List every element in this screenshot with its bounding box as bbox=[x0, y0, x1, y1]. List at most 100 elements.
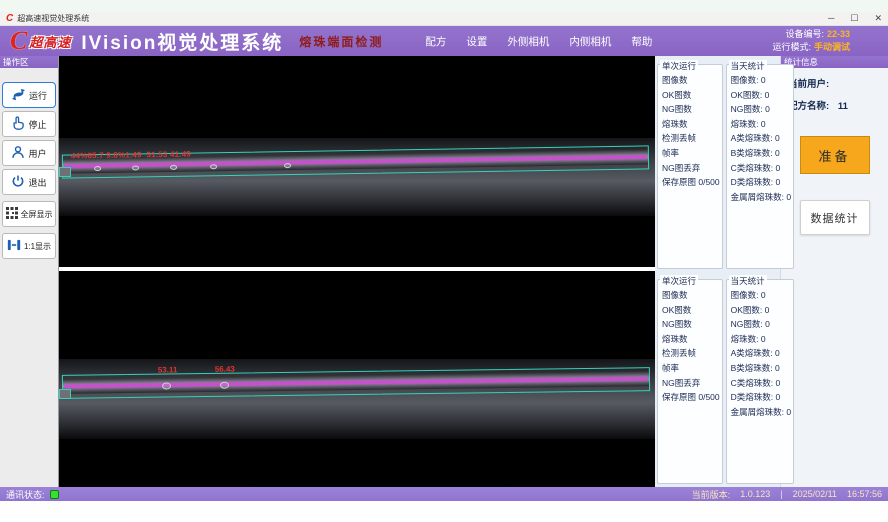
app-window: C 超高速视觉处理系统 ─ ☐ ✕ C 超高速 IVision视觉处理系统 熔珠… bbox=[0, 12, 888, 501]
statistics-column: 单次运行 图像数OK图数NG图数熔珠数检测丢帧帧率NG图丢弃保存原图 0/500… bbox=[655, 56, 780, 487]
app-header: C 超高速 IVision视觉处理系统 熔珠端面检测 配方 设置 外侧相机 内侧… bbox=[0, 26, 888, 56]
today-stat: B类熔珠数: 0 bbox=[731, 361, 791, 376]
single-run-stat: NG图丢弃 bbox=[662, 161, 720, 176]
one-to-one-icon bbox=[7, 239, 21, 253]
app-logo-icon: C bbox=[6, 14, 13, 24]
device-number-label: 设备编号: bbox=[785, 29, 824, 39]
version-value: 1.0.123 bbox=[740, 489, 770, 499]
version-info: 当前版本: 1.0.123 | 2025/02/11 16:57:56 bbox=[692, 488, 882, 501]
today-stat: 熔珠数: 0 bbox=[731, 332, 791, 347]
user-button-label: 用户 bbox=[28, 147, 46, 160]
single-run-box: 单次运行 图像数OK图数NG图数熔珠数检测丢帧帧率NG图丢弃保存原图 0/500 bbox=[657, 279, 723, 484]
run-cycle-icon bbox=[11, 88, 26, 103]
current-user-line: 当前用户: bbox=[788, 76, 888, 90]
camera1-edge-marker bbox=[59, 167, 71, 177]
grid-fullscreen-icon bbox=[6, 207, 18, 221]
single-run-stat: NG图数 bbox=[662, 102, 720, 117]
window-controls: ─ ☐ ✕ bbox=[828, 14, 882, 23]
bead-marker bbox=[162, 382, 171, 389]
operation-sidebar: 操作区 运行 停止 用户 bbox=[0, 56, 59, 487]
comm-status-indicator bbox=[50, 490, 59, 499]
today-stat: NG图数: 0 bbox=[731, 317, 791, 332]
camera2-stats-group: 单次运行 图像数OK图数NG图数熔珠数检测丢帧帧率NG图丢弃保存原图 0/500… bbox=[657, 274, 778, 484]
today-stats-box: 当天统计 图像数: 0OK图数: 0NG图数: 0熔珠数: 0A类熔珠数: 0B… bbox=[726, 279, 794, 484]
prepare-button[interactable]: 准备 bbox=[800, 136, 870, 174]
single-run-rows: 图像数OK图数NG图数熔珠数检测丢帧帧率NG图丢弃保存原图 0/500 bbox=[662, 73, 720, 190]
recipe-name-line: 配方名称: 11 bbox=[788, 98, 888, 112]
comm-status-label: 通讯状态: bbox=[6, 488, 45, 501]
header-info: 设备编号:22-33 运行模式:手动调试 bbox=[772, 28, 878, 54]
single-run-rows: 图像数OK图数NG图数熔珠数检测丢帧帧率NG图丢弃保存原图 0/500 bbox=[662, 288, 720, 405]
power-icon bbox=[11, 174, 25, 190]
today-stat: B类熔珠数: 0 bbox=[731, 146, 791, 161]
today-stat: D类熔珠数: 0 bbox=[731, 175, 791, 190]
today-stats-rows: 图像数: 0OK图数: 0NG图数: 0熔珠数: 0A类熔珠数: 0B类熔珠数:… bbox=[731, 288, 791, 419]
run-button[interactable]: 运行 bbox=[2, 82, 56, 108]
exit-button-label: 退出 bbox=[28, 176, 46, 189]
user-button[interactable]: 用户 bbox=[2, 140, 56, 166]
device-number-value: 22-33 bbox=[827, 29, 850, 39]
main-area: 操作区 运行 停止 用户 bbox=[0, 56, 888, 487]
menu-settings[interactable]: 设置 bbox=[466, 34, 487, 49]
single-run-stat: 检测丢帧 bbox=[662, 131, 720, 146]
minimize-button[interactable]: ─ bbox=[828, 14, 834, 23]
titlebar: C 超高速视觉处理系统 ─ ☐ ✕ bbox=[0, 12, 888, 26]
today-stat: 金属屑熔珠数: 0 bbox=[731, 405, 791, 420]
single-run-stat: NG图丢弃 bbox=[662, 376, 720, 391]
menu-help[interactable]: 帮助 bbox=[631, 34, 652, 49]
camera-viewports: 44%85.7 9.8%1.49 31.53 41.49 53.11 56.43 bbox=[59, 56, 655, 487]
camera2-edge-marker bbox=[59, 389, 71, 399]
menu-inner-camera[interactable]: 内侧相机 bbox=[569, 34, 611, 49]
fullscreen-display-button[interactable]: 全屏显示 bbox=[2, 201, 56, 227]
camera2-measurement-annotation: 53.11 bbox=[158, 365, 178, 374]
camera1-stats-group: 单次运行 图像数OK图数NG图数熔珠数检测丢帧帧率NG图丢弃保存原图 0/500… bbox=[657, 59, 778, 269]
menu-recipe[interactable]: 配方 bbox=[425, 34, 446, 49]
exit-button[interactable]: 退出 bbox=[2, 169, 56, 195]
current-user-label: 当前用户: bbox=[788, 79, 829, 90]
bead-marker bbox=[132, 165, 139, 170]
stop-button[interactable]: 停止 bbox=[2, 111, 56, 137]
separator: | bbox=[780, 489, 782, 499]
menu-outer-camera[interactable]: 外侧相机 bbox=[507, 34, 549, 49]
brand-name: 超高速 bbox=[29, 32, 71, 51]
today-stat: 金属屑熔珠数: 0 bbox=[731, 190, 791, 205]
today-stat: D类熔珠数: 0 bbox=[731, 390, 791, 405]
single-run-stat: 检测丢帧 bbox=[662, 346, 720, 361]
recipe-name-label: 配方名称: bbox=[788, 101, 829, 112]
today-stat: C类熔珠数: 0 bbox=[731, 161, 791, 176]
one-to-one-display-button[interactable]: 1:1显示 bbox=[2, 233, 56, 259]
today-stat: C类熔珠数: 0 bbox=[731, 376, 791, 391]
single-run-stat: OK图数 bbox=[662, 303, 720, 318]
app-subtitle: 熔珠端面检测 bbox=[299, 33, 383, 50]
today-stat: OK图数: 0 bbox=[731, 303, 791, 318]
data-statistics-button[interactable]: 数据统计 bbox=[800, 200, 870, 235]
single-run-stat: OK图数 bbox=[662, 88, 720, 103]
status-date: 2025/02/11 bbox=[793, 489, 837, 499]
fullscreen-button-label: 全屏显示 bbox=[21, 209, 53, 220]
today-stat: A类熔珠数: 0 bbox=[731, 131, 791, 146]
run-mode-label: 运行模式: bbox=[772, 42, 811, 52]
today-stat: 图像数: 0 bbox=[731, 73, 791, 88]
single-run-stat: NG图数 bbox=[662, 317, 720, 332]
stop-button-label: 停止 bbox=[28, 118, 46, 131]
status-bar: 通讯状态: 当前版本: 1.0.123 | 2025/02/11 16:57:5… bbox=[0, 487, 888, 501]
one-to-one-button-label: 1:1显示 bbox=[24, 241, 51, 252]
window-title: 超高速视觉处理系统 bbox=[17, 13, 89, 24]
outer-camera-viewport: 44%85.7 9.8%1.49 31.53 41.49 bbox=[59, 56, 655, 267]
today-stat: 图像数: 0 bbox=[731, 288, 791, 303]
version-label: 当前版本: bbox=[692, 488, 731, 501]
today-stats-rows: 图像数: 0OK图数: 0NG图数: 0熔珠数: 0A类熔珠数: 0B类熔珠数:… bbox=[731, 73, 791, 204]
maximize-button[interactable]: ☐ bbox=[850, 14, 858, 23]
single-run-stat: 保存原图 0/500 bbox=[662, 175, 720, 190]
today-stats-title: 当天统计 bbox=[729, 60, 767, 72]
today-stats-title: 当天统计 bbox=[729, 275, 767, 287]
today-stat: 熔珠数: 0 bbox=[731, 117, 791, 132]
single-run-stat: 帧率 bbox=[662, 361, 720, 376]
single-run-stat: 图像数 bbox=[662, 73, 720, 88]
single-run-stat: 熔珠数 bbox=[662, 117, 720, 132]
single-run-stat: 保存原图 0/500 bbox=[662, 390, 720, 405]
sidebar-title: 操作区 bbox=[0, 56, 58, 68]
single-run-stat: 帧率 bbox=[662, 146, 720, 161]
brand-logo-icon: C bbox=[10, 28, 27, 54]
close-button[interactable]: ✕ bbox=[874, 14, 882, 23]
